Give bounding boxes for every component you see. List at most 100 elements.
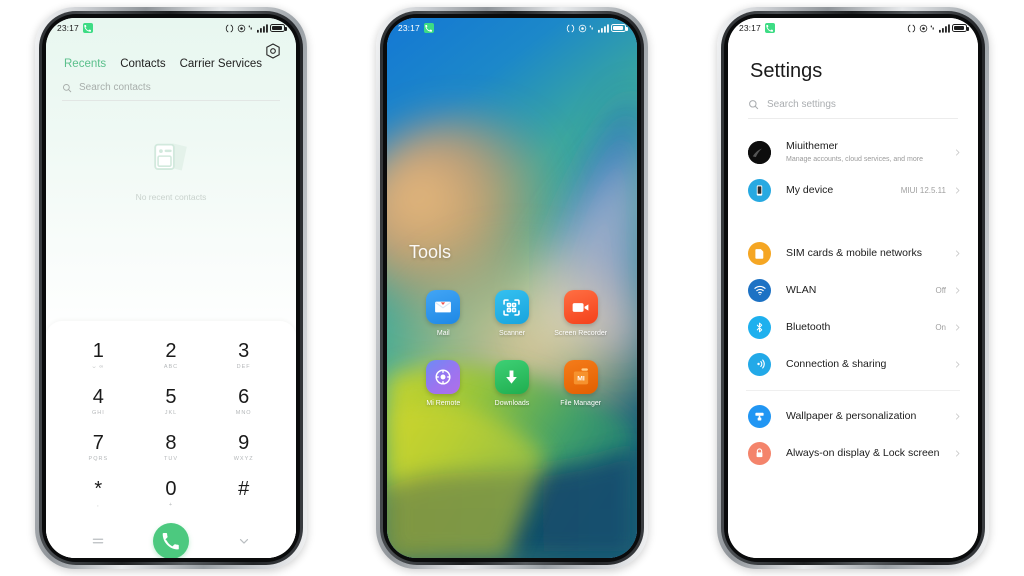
- key-letters: +: [168, 502, 174, 508]
- dialpad-key[interactable]: 6 MNO: [207, 379, 280, 424]
- dialpad-key[interactable]: *,: [62, 471, 135, 516]
- folder-title: Tools: [409, 242, 452, 262]
- settings-row-bluetooth[interactable]: Bluetooth On: [728, 309, 978, 346]
- battery-icon: [611, 24, 628, 32]
- settings-row-title: Miuithemer: [786, 140, 838, 152]
- chevron-right-icon: [956, 413, 960, 419]
- dialpad-key[interactable]: 8 TUV: [135, 425, 208, 470]
- settings-row-value: Off: [935, 285, 946, 295]
- chevron-right-icon: [956, 149, 960, 156]
- chevron-down-icon[interactable]: [237, 534, 251, 548]
- key-letters: JKL: [164, 410, 178, 416]
- vpn-icon: [930, 25, 934, 30]
- settings-row-wallpaper[interactable]: Wallpaper & personalization: [728, 398, 978, 435]
- tab-carrier-services[interactable]: Carrier Services: [180, 58, 262, 70]
- search-contacts-placeholder: Search contacts: [79, 82, 151, 93]
- key-digit: *: [94, 478, 103, 500]
- settings-row-connection-sharing[interactable]: Connection & sharing: [728, 346, 978, 383]
- settings-row-wlan[interactable]: WLAN Off: [728, 272, 978, 309]
- nfc-icon: [225, 24, 234, 32]
- empty-recents-state: No recent contacts: [46, 136, 296, 202]
- chevron-right-icon: [956, 450, 960, 456]
- settings-row-title: My device: [786, 183, 834, 196]
- file-folder-mi-icon: MI: [563, 360, 598, 394]
- key-digit: 4: [92, 386, 104, 408]
- dialpad-key[interactable]: 3 DEF: [207, 333, 280, 378]
- status-time: 23:17: [398, 23, 420, 33]
- settings-row-value: On: [935, 322, 946, 332]
- alarm-icon: [237, 24, 245, 32]
- menu-lines-icon[interactable]: [91, 534, 105, 548]
- app-scanner[interactable]: Scanner: [478, 290, 547, 338]
- key-letters: GHI: [91, 410, 105, 416]
- status-bar: 23:17: [728, 18, 978, 38]
- settings-row-title: Bluetooth: [786, 320, 831, 333]
- home-screen: 23:17 Tools Mail Scanner Screen Recorder…: [387, 18, 637, 558]
- showcase-stage: 23:17 Recents Contacts Carrier Services …: [0, 0, 1024, 576]
- app-file-manager[interactable]: MI File Manager: [546, 360, 615, 408]
- status-bar: 23:17: [387, 18, 637, 38]
- dialpad-actions: [62, 516, 280, 558]
- app-mail[interactable]: Mail: [409, 290, 478, 338]
- call-button[interactable]: [152, 523, 189, 558]
- app-screen-recorder[interactable]: Screen Recorder: [546, 290, 615, 338]
- key-letters: WXYZ: [233, 456, 254, 462]
- dialpad-key[interactable]: 7 PQRS: [62, 425, 135, 470]
- dialpad-key[interactable]: 0 +: [135, 471, 208, 516]
- dialer-phone: 23:17 Recents Contacts Carrier Services …: [35, 7, 307, 569]
- key-letters: DEF: [236, 364, 251, 370]
- app-downloads[interactable]: Downloads: [478, 360, 547, 408]
- settings-row-my-device[interactable]: My device MIUI 12.5.11: [728, 172, 978, 209]
- empty-recents-label: No recent contacts: [135, 192, 207, 202]
- account-avatar-icon: [748, 140, 771, 164]
- dialpad: 1 ⌣ ∞ 2 ABC 3 DEF 4 GHI 5 JKL 6 MNO 7 PQRS 8 TUV…: [46, 321, 296, 558]
- battery-icon: [952, 24, 969, 32]
- chevron-right-icon: [956, 324, 960, 330]
- settings-row-sim-cards[interactable]: SIM cards & mobile networks: [728, 235, 978, 272]
- sim-card-icon: [748, 241, 771, 265]
- tab-contacts[interactable]: Contacts: [120, 58, 165, 70]
- key-digit: 8: [165, 432, 177, 454]
- status-icons: [566, 23, 628, 33]
- settings-phone: 23:17 Settings Search settings Miuitheme…: [717, 7, 989, 569]
- app-label: Mi Remote: [426, 400, 461, 407]
- key-letters: PQRS: [88, 456, 109, 462]
- key-digit: 0: [165, 478, 177, 500]
- wifi-icon: [748, 278, 771, 302]
- app-mi-remote[interactable]: Mi Remote: [409, 360, 478, 408]
- phone-icon: [764, 23, 775, 33]
- dialer-tabs: Recents Contacts Carrier Services: [46, 42, 296, 70]
- nfc-icon: [566, 24, 575, 32]
- dialpad-key[interactable]: 5 JKL: [135, 379, 208, 424]
- dialpad-key[interactable]: 4 GHI: [62, 379, 135, 424]
- settings-gear-icon[interactable]: [264, 42, 282, 60]
- device-phone-icon: [748, 178, 771, 202]
- status-time: 23:17: [57, 23, 79, 33]
- dialpad-key[interactable]: 9 WXYZ: [207, 425, 280, 470]
- dialpad-key[interactable]: 2 ABC: [135, 333, 208, 378]
- key-letters: ,: [97, 502, 100, 508]
- dialpad-key[interactable]: 1 ⌣ ∞: [62, 333, 135, 378]
- settings-row-account[interactable]: Miuithemer Manage accounts, cloud servic…: [728, 133, 978, 172]
- settings-screen: 23:17 Settings Search settings Miuitheme…: [728, 18, 978, 558]
- dialpad-key[interactable]: #: [207, 471, 280, 516]
- key-letters: TUV: [163, 456, 178, 462]
- home-screen-phone: 23:17 Tools Mail Scanner Screen Recorder…: [376, 7, 648, 569]
- settings-row-value: MIUI 12.5.11: [900, 185, 946, 195]
- key-digit: 1: [92, 340, 104, 362]
- key-digit: #: [238, 478, 250, 500]
- settings-row-always-on-display[interactable]: Always-on display & Lock screen: [728, 435, 978, 472]
- alarm-icon: [919, 24, 927, 32]
- settings-group-gap: [728, 209, 978, 235]
- signal-icon: [256, 23, 268, 33]
- key-letters: ⌣ ∞: [92, 364, 105, 370]
- search-settings-field[interactable]: Search settings: [748, 99, 958, 119]
- search-contacts-field[interactable]: Search contacts: [62, 82, 280, 101]
- tab-recents[interactable]: Recents: [64, 58, 106, 70]
- settings-row-subtitle: Manage accounts, cloud services, and mor…: [786, 156, 923, 163]
- qr-scanner-icon: [494, 290, 529, 324]
- wallpaper: [387, 18, 637, 558]
- connection-sharing-icon: [748, 352, 771, 376]
- settings-row-title: WLAN: [786, 283, 817, 296]
- settings-row-title: Always-on display & Lock screen: [786, 446, 940, 459]
